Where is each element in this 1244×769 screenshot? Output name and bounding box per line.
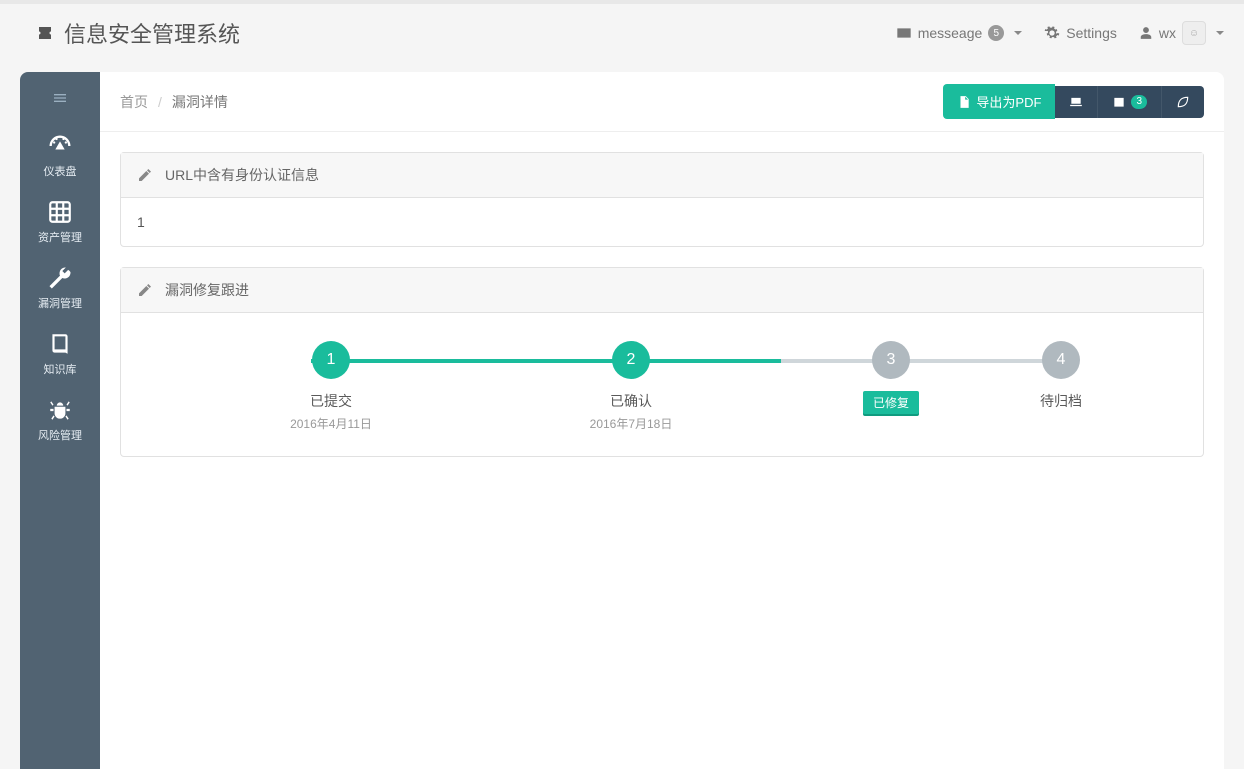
app-title: 信息安全管理系统 [64,17,240,49]
panel-title: 漏洞修复跟进 [165,280,249,300]
book-icon [45,329,75,359]
caret-down-icon [1014,31,1022,35]
breadcrumb: 首页 / 漏洞详情 [120,92,228,112]
panel-url-auth: URL中含有身份认证信息 1 [120,152,1204,247]
step-1: 1 已提交 2016年4月11日 [281,341,381,432]
step-label: 已提交 [310,391,352,411]
messages-dropdown[interactable]: messeage 5 [896,25,1023,41]
header-actions: messeage 5 Settings wx ☺ [896,21,1224,45]
breadcrumb-sep: / [158,94,162,110]
step-4: 4 待归档 [1011,341,1111,415]
step-3: 3 已修复 [841,341,941,414]
edit-icon [137,167,153,183]
laptop-icon [1069,95,1083,109]
step-date: 2016年7月18日 [590,415,673,432]
sidebar-item-label: 知识库 [20,361,100,377]
calendar-badge: 3 [1131,95,1147,109]
export-pdf-label: 导出为PDF [976,92,1041,111]
edit-icon [137,282,153,298]
step-label: 待归档 [1040,391,1082,411]
step-track: 1 已提交 2016年4月11日 2 已确认 2016年7月18日 3 已修复 [151,341,1173,432]
export-pdf-button[interactable]: 导出为PDF [943,84,1055,119]
envelope-icon [896,25,912,41]
grid-icon [45,197,75,227]
stepper: 1 已提交 2016年4月11日 2 已确认 2016年7月18日 3 已修复 [121,313,1203,456]
step-badge-fixed[interactable]: 已修复 [863,391,919,414]
file-icon [957,95,971,109]
sidebar-item-vuln[interactable]: 漏洞管理 [20,255,100,321]
menu-toggle-button[interactable] [52,90,68,109]
username: wx [1159,25,1176,41]
user-menu[interactable]: wx ☺ [1139,21,1224,45]
calendar-button[interactable]: 3 [1097,86,1161,118]
step-date: 2016年4月11日 [290,415,372,432]
step-circle: 4 [1042,341,1080,379]
dashboard-icon [45,131,75,161]
step-circle: 3 [872,341,910,379]
panel-title: URL中含有身份认证信息 [165,165,319,185]
panel-body-text: 1 [137,214,145,230]
content-topbar: 首页 / 漏洞详情 导出为PDF 3 [100,72,1224,132]
messages-label: messeage [918,25,983,41]
main-area: URL中含有身份认证信息 1 漏洞修复跟进 [100,132,1224,497]
bug-icon [45,395,75,425]
avatar: ☺ [1182,21,1206,45]
app-header: 信息安全管理系统 messeage 5 Settings wx ☺ [0,4,1244,62]
step-circle: 1 [312,341,350,379]
gear-icon [1044,25,1060,41]
menu-icon [52,90,68,106]
panel-fix-progress: 漏洞修复跟进 1 已提交 2016年4月11日 [120,267,1204,457]
ticket-icon [36,24,54,42]
wrench-icon [45,263,75,293]
user-icon [1139,26,1153,40]
sidebar-item-assets[interactable]: 资产管理 [20,189,100,255]
sidebar-item-label: 资产管理 [20,229,100,245]
app-brand: 信息安全管理系统 [36,17,240,49]
sidebar-item-label: 风险管理 [20,427,100,443]
panel-body: 1 [121,198,1203,246]
app-body: 仪表盘 资产管理 漏洞管理 知识库 风险管理 [0,62,1244,769]
sidebar-item-dashboard[interactable]: 仪表盘 [20,123,100,189]
sidebar-item-label: 漏洞管理 [20,295,100,311]
sidebar-item-label: 仪表盘 [20,163,100,179]
sidebar-item-kb[interactable]: 知识库 [20,321,100,387]
content-area: 首页 / 漏洞详情 导出为PDF 3 [100,72,1224,769]
step-circle: 2 [612,341,650,379]
breadcrumb-home[interactable]: 首页 [120,92,148,112]
step-2: 2 已确认 2016年7月18日 [581,341,681,432]
settings-link[interactable]: Settings [1044,25,1117,41]
caret-down-icon [1216,31,1224,35]
leaf-button[interactable] [1161,86,1204,118]
calendar-icon [1112,95,1126,109]
sidebar-item-risk[interactable]: 风险管理 [20,387,100,453]
breadcrumb-current: 漏洞详情 [172,92,228,112]
top-actions: 导出为PDF 3 [943,84,1204,119]
panel-header: URL中含有身份认证信息 [121,153,1203,198]
sidebar: 仪表盘 资产管理 漏洞管理 知识库 风险管理 [20,72,100,769]
panel-header: 漏洞修复跟进 [121,268,1203,313]
leaf-icon [1176,95,1190,109]
messages-count: 5 [988,25,1004,41]
step-label: 已确认 [610,391,652,411]
laptop-button[interactable] [1055,86,1097,118]
action-group: 3 [1055,86,1204,118]
settings-label: Settings [1066,25,1117,41]
